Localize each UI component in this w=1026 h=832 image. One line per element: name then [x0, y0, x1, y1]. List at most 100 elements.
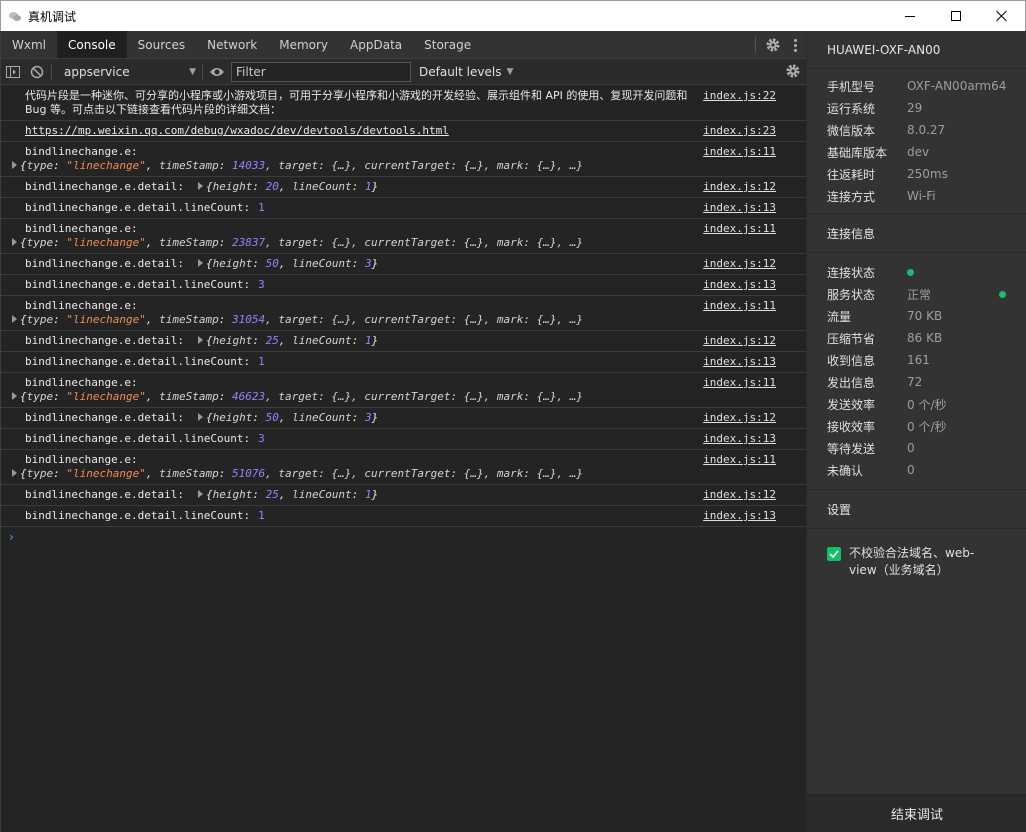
end-debug-button[interactable]: 结束调试 — [807, 794, 1026, 832]
connection-info-row: 接收效率 0 个/秒 — [807, 415, 1026, 437]
window-controls — [887, 1, 1025, 31]
device-info-row: 连接方式 Wi-Fi — [807, 185, 1026, 207]
info-key: 流量 — [827, 309, 852, 324]
info-value: 72 — [907, 375, 923, 389]
object-preview[interactable]: {type: "linechange", timeStamp: 51076, t… — [12, 467, 683, 481]
tab-network[interactable]: Network — [196, 31, 268, 58]
source-link[interactable]: index.js:13 — [703, 432, 776, 446]
message-label: bindlinechange.e: — [25, 145, 138, 158]
source-link[interactable]: index.js:11 — [703, 145, 776, 159]
source-link[interactable]: index.js:12 — [703, 257, 776, 271]
minimize-button[interactable] — [887, 1, 933, 31]
object-preview[interactable]: {height: 25, lineCount: 1} — [197, 334, 378, 347]
connection-info-list: 连接状态 服务状态 正常 流量 70 KB 压缩节省 86 KB 收到信息 161 发出信息 72 发… — [807, 253, 1026, 489]
expand-triangle-icon[interactable] — [12, 161, 17, 169]
maximize-button[interactable] — [933, 1, 979, 31]
clear-console-button[interactable] — [25, 60, 49, 84]
info-key: 收到信息 — [827, 353, 876, 368]
message-label: bindlinechange.e: — [25, 376, 138, 389]
console-settings-button[interactable] — [782, 60, 804, 82]
connection-info-title: 连接信息 — [807, 213, 1026, 253]
source-link[interactable]: index.js:23 — [703, 124, 776, 138]
source-link[interactable]: index.js:11 — [703, 376, 776, 390]
kebab-dot — [793, 43, 797, 47]
source-link[interactable]: index.js:12 — [703, 180, 776, 194]
number-value: 1 — [258, 355, 265, 368]
expand-triangle-icon[interactable] — [197, 182, 203, 190]
docs-link[interactable]: https://mp.weixin.qq.com/debug/wxadoc/de… — [25, 124, 449, 137]
context-select[interactable]: appservice ▼ — [60, 62, 200, 82]
source-link[interactable]: index.js:13 — [703, 355, 776, 369]
console-message: bindlinechange.e: index.js:11 {type: "line… — [1, 142, 806, 177]
expand-triangle-icon[interactable] — [12, 315, 17, 323]
close-button[interactable] — [979, 1, 1025, 31]
source-link[interactable]: index.js:22 — [703, 89, 776, 103]
expand-triangle-icon[interactable] — [197, 490, 203, 498]
tab-sources[interactable]: Sources — [127, 31, 196, 58]
object-key: lineCount — [292, 488, 352, 501]
tab-storage[interactable]: Storage — [413, 31, 482, 58]
console-message: bindlinechange.e.detail: {height: 50, lin… — [1, 254, 806, 275]
toggle-sidebar-button[interactable] — [1, 60, 25, 84]
expand-triangle-icon[interactable] — [12, 469, 17, 477]
object-preview[interactable]: {height: 50, lineCount: 3} — [197, 411, 378, 424]
source-link[interactable]: index.js:13 — [703, 278, 776, 292]
tab-wxml[interactable]: Wxml — [1, 31, 57, 58]
live-expression-button[interactable] — [205, 60, 229, 84]
source-link[interactable]: index.js:13 — [703, 201, 776, 215]
console-message: https://mp.weixin.qq.com/debug/wxadoc/de… — [1, 121, 806, 142]
source-link[interactable]: index.js:12 — [703, 334, 776, 348]
object-preview[interactable]: {height: 50, lineCount: 3} — [197, 257, 378, 270]
settings-gear-button[interactable] — [762, 34, 784, 56]
source-link[interactable]: index.js:12 — [703, 411, 776, 425]
object-preview[interactable]: {type: "linechange", timeStamp: 23837, t… — [12, 236, 683, 250]
checkmark-icon — [829, 550, 839, 558]
tabbar-tools — [755, 31, 806, 59]
info-key: 连接方式 — [827, 189, 876, 204]
domain-check-option[interactable]: 不校验合法域名、web-view（业务域名） — [807, 529, 1026, 579]
info-value: 29 — [907, 101, 923, 115]
object-key: timeStamp — [159, 159, 219, 172]
number-value: 3 — [258, 278, 265, 291]
object-preview[interactable]: {height: 25, lineCount: 1} — [197, 488, 378, 501]
domain-check-checkbox[interactable] — [827, 547, 841, 561]
object-number-value: 50 — [265, 257, 279, 270]
connection-info-row: 收到信息 161 — [807, 349, 1026, 371]
object-number-value: 1 — [364, 180, 372, 193]
tab-appdata[interactable]: AppData — [339, 31, 413, 58]
expand-triangle-icon[interactable] — [197, 259, 203, 267]
expand-triangle-icon[interactable] — [197, 336, 203, 344]
window-titlebar: 真机调试 — [0, 0, 1026, 31]
source-link[interactable]: index.js:12 — [703, 488, 776, 502]
expand-triangle-icon[interactable] — [12, 238, 17, 246]
object-rest: , target: {…}, currentTarget: {…}, mark:… — [265, 236, 583, 249]
expand-triangle-icon[interactable] — [12, 392, 17, 400]
source-link[interactable]: index.js:13 — [703, 509, 776, 523]
object-preview[interactable]: {type: "linechange", timeStamp: 14033, t… — [12, 159, 683, 173]
info-value: 0 — [907, 441, 915, 455]
console-prompt[interactable]: › — [1, 527, 806, 547]
message-label: bindlinechange.e: — [25, 299, 138, 312]
expand-triangle-icon[interactable] — [197, 413, 203, 421]
more-menu-button[interactable] — [784, 34, 806, 56]
source-link[interactable]: index.js:11 — [703, 453, 776, 467]
object-preview[interactable]: {type: "linechange", timeStamp: 31054, t… — [12, 313, 683, 327]
object-key: type — [26, 159, 54, 172]
source-link[interactable]: index.js:11 — [703, 299, 776, 313]
info-key: 接收效率 — [827, 419, 876, 434]
object-key: height — [212, 334, 253, 347]
tab-memory[interactable]: Memory — [268, 31, 339, 58]
tab-console[interactable]: Console — [57, 31, 127, 58]
connection-info-row: 发送效率 0 个/秒 — [807, 393, 1026, 415]
object-rest: , target: {…}, currentTarget: {…}, mark:… — [265, 313, 583, 326]
source-link[interactable]: index.js:11 — [703, 222, 776, 236]
filter-input[interactable] — [231, 61, 411, 82]
object-string-value: "linechange" — [66, 313, 146, 326]
object-preview[interactable]: {type: "linechange", timeStamp: 46623, t… — [12, 390, 683, 404]
settings-title: 设置 — [807, 489, 1026, 529]
kebab-dot — [793, 48, 797, 52]
object-number-value: 1 — [364, 334, 372, 347]
object-preview[interactable]: {height: 20, lineCount: 1} — [197, 180, 378, 193]
info-key: 服务状态 — [827, 287, 876, 302]
log-levels-select[interactable]: Default levels ▼ — [419, 65, 513, 79]
